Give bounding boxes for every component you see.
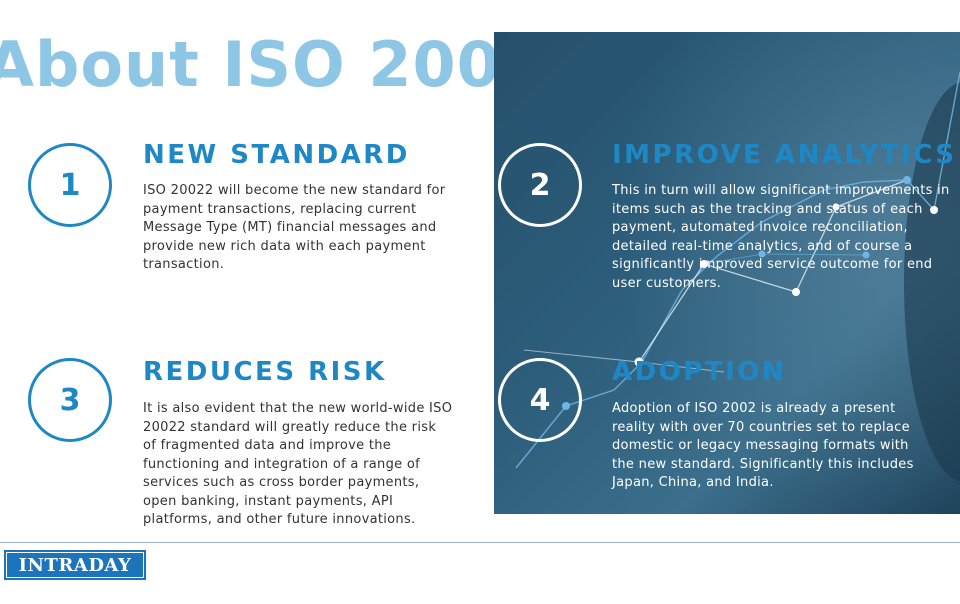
step-4-circle: 4 <box>498 358 582 442</box>
intraday-logo: INTRADAY <box>4 550 146 580</box>
reduces-risk-heading: REDUCES RISK <box>143 357 387 387</box>
improve-analytics-text: This in turn will allow significant impr… <box>612 183 950 291</box>
step-3-circle: 3 <box>28 358 112 442</box>
improve-analytics-heading: IMPROVE ANALYTICS <box>612 140 957 170</box>
adoption-text: Adoption of ISO 2002 is already a presen… <box>612 401 914 490</box>
step-1-circle: 1 <box>28 143 112 227</box>
reduces-risk-text: It is also evident that the new world-wi… <box>143 401 453 527</box>
logo-text: INTRADAY <box>18 554 132 576</box>
new-standard-text: ISO 20022 will become the new standard f… <box>143 183 446 272</box>
adoption-heading: ADOPTION <box>612 357 787 387</box>
new-standard-heading: NEW STANDARD <box>143 140 410 170</box>
footer-divider <box>0 542 960 543</box>
step-2-circle: 2 <box>498 143 582 227</box>
